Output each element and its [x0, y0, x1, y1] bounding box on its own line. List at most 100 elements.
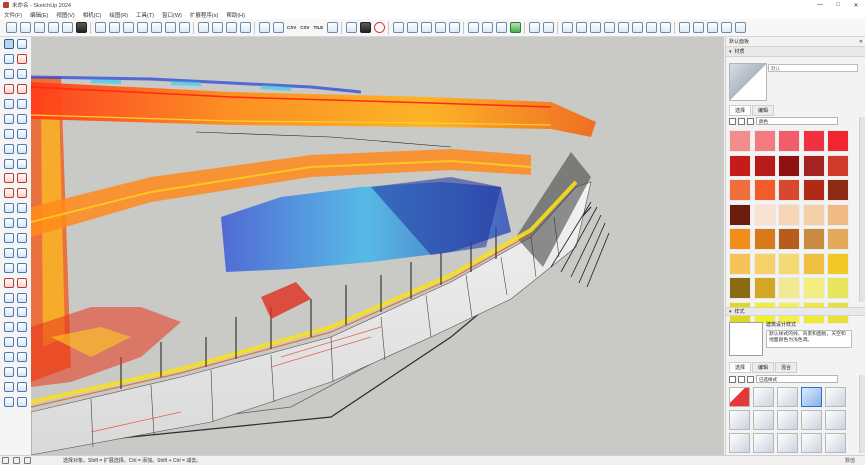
style-thumbnail[interactable]	[777, 433, 798, 453]
style-thumbnail[interactable]	[777, 410, 798, 430]
top-view-icon[interactable]	[19, 22, 31, 33]
color-swatch[interactable]	[802, 130, 825, 152]
view-iso-cube-icon[interactable]	[561, 22, 573, 33]
view-cube-right-icon[interactable]	[603, 22, 615, 33]
style-thumbnail[interactable]	[729, 410, 750, 430]
front-view-icon[interactable]	[33, 22, 45, 33]
walk-tool-icon[interactable]	[17, 307, 27, 318]
view-cube-top-icon[interactable]	[575, 22, 587, 33]
close-window-button[interactable]: ✕	[847, 0, 865, 10]
color-swatch[interactable]	[802, 203, 825, 226]
style-grid-icon[interactable]	[678, 22, 690, 33]
forward-icon[interactable]	[738, 117, 745, 125]
style-thumbnail[interactable]	[753, 433, 774, 453]
color-swatch[interactable]	[778, 179, 800, 201]
menu-file[interactable]: 文件(F)	[0, 11, 26, 19]
material-category-select[interactable]: 颜色	[756, 117, 838, 125]
color-swatch[interactable]	[802, 277, 825, 299]
styles-section-header[interactable]: ▾ 样式	[726, 307, 865, 316]
style-thumbnail[interactable]	[801, 387, 822, 407]
shaded-texture-icon[interactable]	[164, 22, 176, 33]
credits-icon[interactable]	[13, 457, 20, 464]
rectangle-icon[interactable]	[4, 128, 14, 139]
wireframe-icon[interactable]	[122, 22, 134, 33]
color-swatch[interactable]	[778, 154, 800, 177]
style-grid-3-icon[interactable]	[706, 22, 718, 33]
cloud-upload-icon[interactable]	[467, 22, 479, 33]
two-point-arc-icon[interactable]	[17, 99, 27, 109]
view-cube-extra-icon[interactable]	[659, 22, 671, 33]
color-swatch[interactable]	[753, 203, 776, 226]
stop-icon[interactable]	[373, 22, 385, 33]
pointcloud-import-icon[interactable]	[258, 22, 270, 33]
style-thumbnail[interactable]	[777, 387, 798, 407]
style-category-select[interactable]: 已选样式	[756, 375, 838, 383]
color-swatch[interactable]	[802, 154, 825, 177]
home-icon[interactable]	[747, 375, 754, 383]
percent-icon[interactable]	[406, 22, 418, 33]
style-thumbnail[interactable]	[753, 387, 774, 407]
folder-icon[interactable]	[345, 22, 357, 33]
menu-draw[interactable]: 绘图(R)	[105, 11, 132, 19]
protractor-icon[interactable]	[4, 218, 14, 229]
color-swatch[interactable]	[729, 252, 751, 275]
back-edges-icon[interactable]	[108, 22, 120, 33]
pin-icon[interactable]: ✕	[859, 39, 863, 45]
lasso-select-icon[interactable]	[17, 39, 27, 50]
rotated-rectangle-icon[interactable]	[17, 128, 27, 139]
style-thumbnail[interactable]	[825, 387, 846, 407]
tab-material-edit[interactable]: 编辑	[752, 105, 775, 116]
iso-view-icon[interactable]	[5, 22, 17, 33]
color-swatch[interactable]	[827, 277, 849, 299]
cloud-sync-icon[interactable]	[495, 22, 507, 33]
color-swatch[interactable]	[778, 228, 800, 250]
tab-material-select[interactable]: 选择	[729, 105, 752, 116]
color-swatch[interactable]	[827, 154, 849, 177]
menu-camera[interactable]: 相机(C)	[79, 11, 106, 19]
palette-icon[interactable]	[392, 22, 404, 33]
zoom-icon[interactable]	[17, 262, 27, 273]
materials-scrollbar[interactable]	[859, 117, 865, 302]
smoove-icon[interactable]	[17, 352, 27, 363]
maximize-button[interactable]: □	[829, 0, 847, 10]
tab-style-select[interactable]: 选择	[729, 362, 752, 373]
color-swatch[interactable]	[753, 252, 776, 275]
styles-scrollbar[interactable]	[859, 375, 865, 453]
color-swatch[interactable]	[729, 154, 751, 177]
style-thumbnail[interactable]	[825, 433, 846, 453]
polygon-icon[interactable]	[17, 143, 27, 154]
left-view-icon[interactable]	[75, 22, 87, 33]
position-camera-icon[interactable]	[17, 292, 27, 303]
view-cube-back-icon[interactable]	[617, 22, 629, 33]
style-thumbnail[interactable]	[801, 433, 822, 453]
user-icon[interactable]	[24, 457, 31, 464]
pie-icon[interactable]	[17, 113, 27, 124]
color-swatch[interactable]	[778, 252, 800, 275]
solid-subtract-icon[interactable]	[17, 367, 27, 378]
solid-union-icon[interactable]	[4, 367, 14, 378]
minimize-button[interactable]: —	[811, 0, 829, 10]
material-name-input[interactable]: 默认	[768, 64, 858, 72]
stamp-icon[interactable]	[17, 322, 27, 333]
color-swatch[interactable]	[827, 252, 849, 275]
csv-export-button[interactable]: CSV	[300, 25, 309, 30]
scene-canvas[interactable]	[31, 37, 724, 455]
style-thumbnail[interactable]	[729, 387, 750, 407]
3d-viewport[interactable]	[31, 37, 724, 455]
hidden-line-icon[interactable]	[136, 22, 148, 33]
measure-icon[interactable]	[542, 22, 554, 33]
tab-style-edit[interactable]: 编辑	[752, 362, 775, 373]
color-swatch[interactable]	[802, 252, 825, 275]
color-swatch[interactable]	[753, 154, 776, 177]
intersect-icon[interactable]	[17, 396, 27, 407]
color-swatch[interactable]	[753, 228, 776, 250]
flip-edge-icon[interactable]	[4, 352, 14, 363]
circle-tool-icon[interactable]	[4, 143, 14, 154]
color-swatch[interactable]	[778, 277, 800, 299]
solid-split-icon[interactable]	[17, 381, 27, 392]
color-swatch[interactable]	[753, 130, 776, 152]
cloud-download-icon[interactable]	[481, 22, 493, 33]
color-swatch[interactable]	[729, 228, 751, 250]
csv-import-button[interactable]: CSV	[287, 25, 296, 30]
scale-icon[interactable]	[239, 22, 251, 33]
